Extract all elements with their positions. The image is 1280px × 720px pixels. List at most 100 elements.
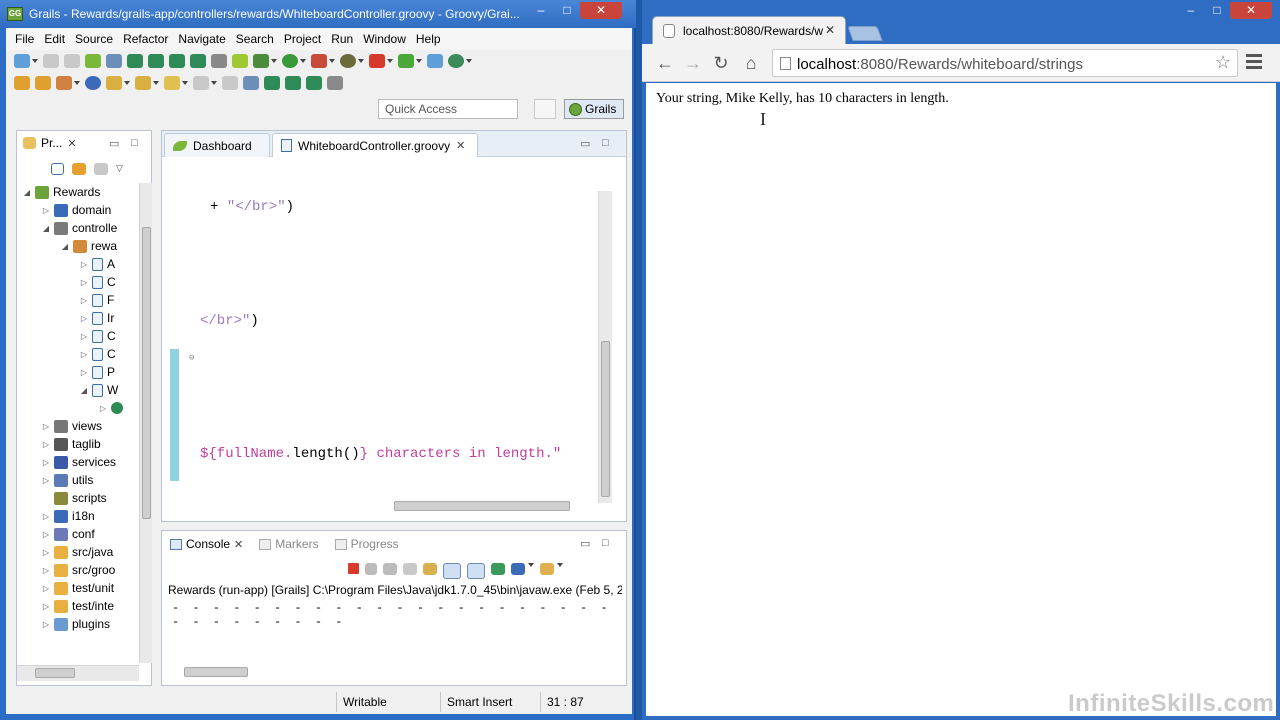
editor-vertical-scrollbar[interactable] <box>598 191 612 503</box>
tree-item[interactable]: ▷ test/inte <box>42 597 114 615</box>
new-dropdown-icon[interactable] <box>32 59 38 63</box>
external-tools-icon[interactable] <box>311 54 327 68</box>
tab-markers[interactable]: Markers <box>259 537 319 551</box>
run-icon[interactable] <box>282 54 298 68</box>
controller-class-icon[interactable] <box>264 76 280 90</box>
expanded-twisty-icon[interactable]: ◢ <box>61 242 69 251</box>
collapsed-twisty-icon[interactable]: ▷ <box>42 602 50 611</box>
explorer-vertical-scrollbar[interactable] <box>139 183 152 663</box>
tree-item[interactable]: ▷ F <box>80 291 114 309</box>
fold-icon[interactable]: ⊖ <box>189 353 194 363</box>
tree-item[interactable]: ◢ controlle <box>42 219 117 237</box>
display-console-dropdown-icon[interactable] <box>528 563 534 567</box>
bookmark-star-icon[interactable]: ☆ <box>1215 52 1231 73</box>
external-tools-dropdown-icon[interactable] <box>329 59 335 63</box>
tree-item[interactable]: ▷ taglib <box>42 435 101 453</box>
collapsed-twisty-icon[interactable]: ▷ <box>42 548 50 557</box>
refresh-dropdown-icon[interactable] <box>466 59 472 63</box>
editor-hscroll-thumb[interactable] <box>394 501 570 511</box>
close-button[interactable]: ✕ <box>580 2 622 19</box>
tree-item[interactable]: ▷ domain <box>42 201 111 219</box>
tab-dashboard[interactable]: Dashboard <box>164 133 270 157</box>
browser-tab[interactable]: localhost:8080/Rewards/w ✕ <box>652 16 846 44</box>
grails-run-icon[interactable] <box>340 54 356 68</box>
collapsed-twisty-icon[interactable]: ▷ <box>42 566 50 575</box>
collapsed-twisty-icon[interactable]: ▷ <box>80 314 88 323</box>
grails-perspective-button[interactable]: Grails <box>564 99 624 119</box>
back-arrow-icon[interactable]: ← <box>654 52 676 74</box>
save-icon[interactable] <box>43 54 59 68</box>
collapsed-twisty-icon[interactable]: ▷ <box>42 422 50 431</box>
collapsed-twisty-icon[interactable]: ▷ <box>42 440 50 449</box>
new-domain-icon[interactable] <box>106 54 122 68</box>
tree-item[interactable]: ▷ Ir <box>80 309 114 327</box>
menu-navigate[interactable]: Navigate <box>173 32 230 46</box>
tree-item[interactable]: ▷ C <box>80 327 116 345</box>
scroll-lock-icon[interactable] <box>423 563 437 575</box>
filters-icon[interactable] <box>94 163 108 175</box>
code-area[interactable]: + "</br>") </br>") ⊖ ${fullName.length()… <box>162 157 594 501</box>
console-horizontal-scrollbar[interactable] <box>170 665 604 679</box>
collapsed-twisty-icon[interactable]: ▷ <box>42 512 50 521</box>
expanded-twisty-icon[interactable]: ◢ <box>23 188 31 197</box>
menu-source[interactable]: Source <box>70 32 118 46</box>
collapsed-twisty-icon[interactable]: ▷ <box>42 584 50 593</box>
tree-item[interactable]: ▷ i18n <box>42 507 95 525</box>
new-tab-button[interactable] <box>847 26 883 41</box>
eclipse-titlebar[interactable]: GG Grails - Rewards/grails-app/controlle… <box>0 0 636 28</box>
pin-editor-icon[interactable] <box>222 76 238 90</box>
chrome-minimize-button[interactable]: – <box>1178 2 1204 19</box>
save-all-icon[interactable] <box>64 54 80 68</box>
new-controller-icon[interactable] <box>127 54 143 68</box>
collapsed-twisty-icon[interactable]: ▷ <box>80 278 88 287</box>
maximize-console-icon[interactable]: □ <box>602 537 609 549</box>
deploy-dropdown-icon[interactable] <box>416 59 422 63</box>
expanded-twisty-icon[interactable]: ◢ <box>42 224 50 233</box>
collapsed-twisty-icon[interactable]: ▷ <box>80 260 88 269</box>
collapsed-twisty-icon[interactable]: ▷ <box>80 332 88 341</box>
open-folder-icon[interactable] <box>14 76 30 90</box>
tree-item[interactable]: ▷ conf <box>42 525 95 543</box>
minimize-console-icon[interactable]: ▭ <box>580 537 590 550</box>
minimize-button[interactable]: – <box>528 2 554 19</box>
close-icon[interactable]: ✕ <box>234 538 243 551</box>
deploy-icon[interactable] <box>398 54 414 68</box>
close-icon[interactable]: ✕ <box>67 137 76 150</box>
new-test-icon[interactable] <box>190 54 206 68</box>
reload-icon[interactable]: ↻ <box>710 52 732 74</box>
explorer-scroll-thumb[interactable] <box>142 227 151 519</box>
leaf-icon[interactable] <box>232 54 248 68</box>
maximize-view-icon[interactable]: □ <box>131 137 138 149</box>
refresh-icon[interactable] <box>448 54 464 68</box>
chrome-close-button[interactable]: ✕ <box>1230 2 1272 19</box>
collapsed-twisty-icon[interactable]: ▷ <box>42 458 50 467</box>
collapsed-twisty-icon[interactable]: ▷ <box>42 530 50 539</box>
tree-item[interactable]: ▷ C <box>80 273 116 291</box>
show-on-stdout-icon[interactable] <box>443 563 461 579</box>
close-icon[interactable]: ✕ <box>456 139 465 152</box>
clear-console-icon[interactable] <box>403 563 417 575</box>
globe-icon[interactable] <box>85 76 101 90</box>
editor-horizontal-scrollbar[interactable] <box>186 499 596 513</box>
tree-item[interactable]: ◢ Rewards <box>23 183 100 201</box>
menu-window[interactable]: Window <box>358 32 411 46</box>
close-tab-icon[interactable]: ✕ <box>825 23 835 37</box>
tree-item[interactable]: scripts <box>42 489 107 507</box>
explorer-hscroll-thumb[interactable] <box>35 668 75 678</box>
pin-console-icon[interactable] <box>491 563 505 575</box>
menu-refactor[interactable]: Refactor <box>118 32 173 46</box>
open-console-dropdown-icon[interactable] <box>557 563 563 567</box>
forward-icon[interactable] <box>193 76 209 90</box>
terminate-icon[interactable] <box>348 563 359 574</box>
maximize-button[interactable]: □ <box>554 2 580 19</box>
display-console-icon[interactable] <box>511 563 525 575</box>
tree-item[interactable]: ▷ test/unit <box>42 579 114 597</box>
grails-command-icon[interactable] <box>85 54 101 68</box>
chrome-maximize-button[interactable]: □ <box>1204 2 1230 19</box>
quick-access-input[interactable]: Quick Access <box>378 99 518 119</box>
minimize-editor-icon[interactable]: ▭ <box>580 137 590 150</box>
next-annotation-icon[interactable] <box>106 76 122 90</box>
taglib-class-icon[interactable] <box>306 76 322 90</box>
expanded-twisty-icon[interactable]: ◢ <box>80 386 88 395</box>
collapsed-twisty-icon[interactable]: ▷ <box>42 206 50 215</box>
